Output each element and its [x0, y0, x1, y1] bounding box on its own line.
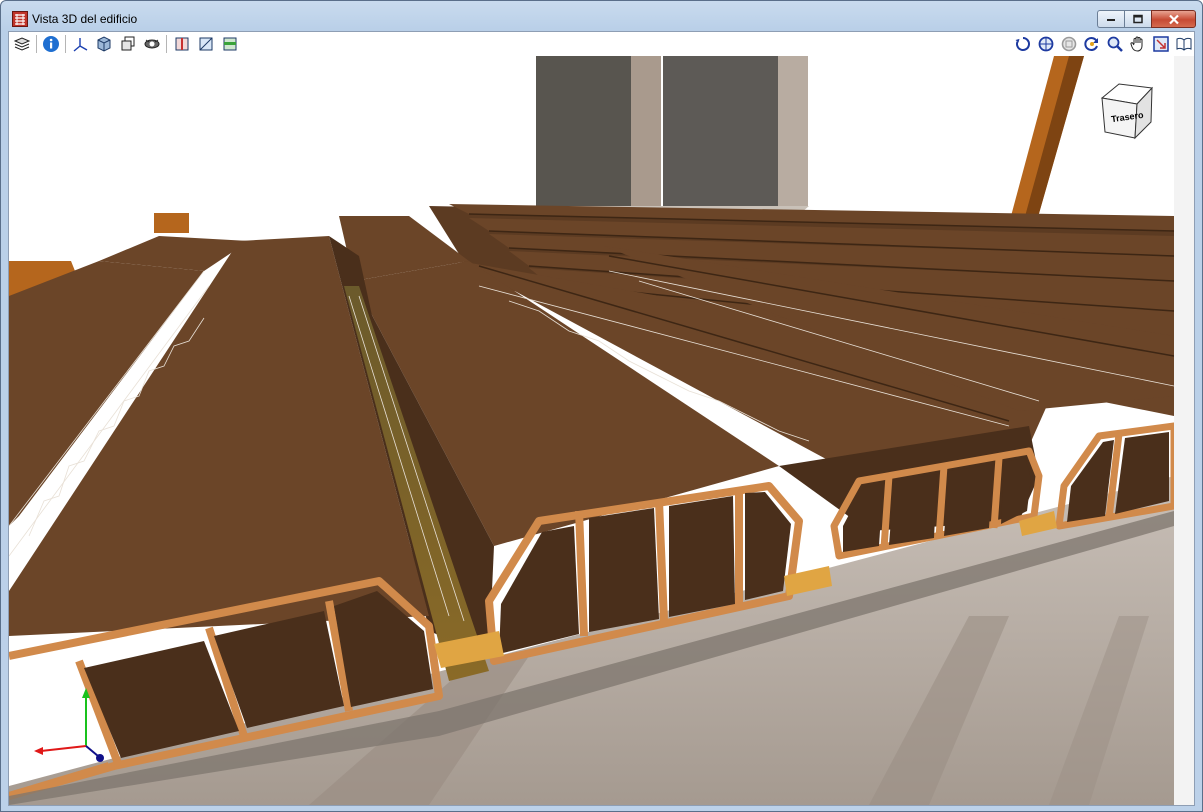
app-window: Vista 3D del edificio Trasero	[0, 0, 1203, 812]
3d-scene	[9, 56, 1174, 805]
layers-icon	[13, 37, 31, 51]
zoom-icon	[1107, 36, 1123, 52]
axes-icon	[73, 38, 88, 52]
3d-viewport[interactable]: Trasero	[9, 56, 1174, 805]
vertical-scrollbar[interactable]: ?	[1174, 56, 1194, 805]
beam-end	[154, 213, 189, 233]
rotate-button[interactable]	[1013, 35, 1033, 53]
column	[536, 56, 631, 216]
column	[663, 56, 778, 221]
section-plane-icon	[175, 37, 189, 51]
zoom-window-icon	[1061, 36, 1077, 52]
zoom-window-button[interactable]	[1059, 35, 1079, 53]
render-view-icon	[144, 39, 160, 49]
caption-buttons	[1097, 10, 1196, 30]
orbit-button[interactable]	[1036, 35, 1056, 53]
zoom-refresh-icon	[1084, 37, 1098, 51]
close-button[interactable]	[1151, 10, 1196, 28]
column	[778, 56, 808, 206]
restore-icon	[1133, 14, 1143, 24]
render-view-button[interactable]	[142, 35, 162, 53]
wireframe-view-button[interactable]	[118, 35, 138, 53]
rotate-icon	[1015, 37, 1030, 51]
clip-box-icon	[199, 37, 213, 51]
solid-view-button[interactable]	[94, 35, 114, 53]
info-icon	[43, 36, 59, 52]
zoom-refresh-button[interactable]	[1082, 35, 1102, 53]
toolbar	[9, 32, 1194, 56]
zoom-button[interactable]	[1105, 35, 1125, 53]
restore-button[interactable]	[1124, 10, 1151, 28]
solid-view-icon	[97, 36, 111, 52]
fit-view-button[interactable]	[1151, 35, 1171, 53]
column	[631, 56, 661, 216]
toolbar-separator	[65, 35, 66, 53]
view-cube[interactable]: Trasero	[1097, 80, 1157, 140]
minimize-button[interactable]	[1097, 10, 1124, 28]
section-plane-button[interactable]	[172, 35, 192, 53]
axes-button[interactable]	[70, 35, 90, 53]
book-button[interactable]	[1174, 35, 1194, 53]
pan-button[interactable]	[1128, 35, 1148, 53]
book-icon	[1176, 37, 1192, 51]
layers-button[interactable]	[12, 35, 32, 53]
client-area: Trasero ?	[8, 31, 1195, 806]
fit-view-icon	[1153, 36, 1169, 52]
info-button[interactable]	[41, 35, 61, 53]
floor-plan-button[interactable]	[220, 35, 240, 53]
app-icon	[12, 11, 28, 27]
clip-box-button[interactable]	[196, 35, 216, 53]
wireframe-view-icon	[121, 36, 135, 51]
pan-hand-icon	[1130, 36, 1143, 52]
toolbar-separator	[166, 35, 167, 53]
toolbar-separator	[36, 35, 37, 53]
floor-plan-icon	[223, 37, 237, 51]
minimize-icon	[1107, 19, 1115, 21]
close-icon	[1168, 14, 1179, 24]
orbit-icon	[1038, 36, 1054, 52]
title-bar[interactable]: Vista 3D del edificio	[1, 1, 1202, 35]
view-cube-icon	[1100, 83, 1154, 140]
window-title: Vista 3D del edificio	[32, 12, 138, 26]
